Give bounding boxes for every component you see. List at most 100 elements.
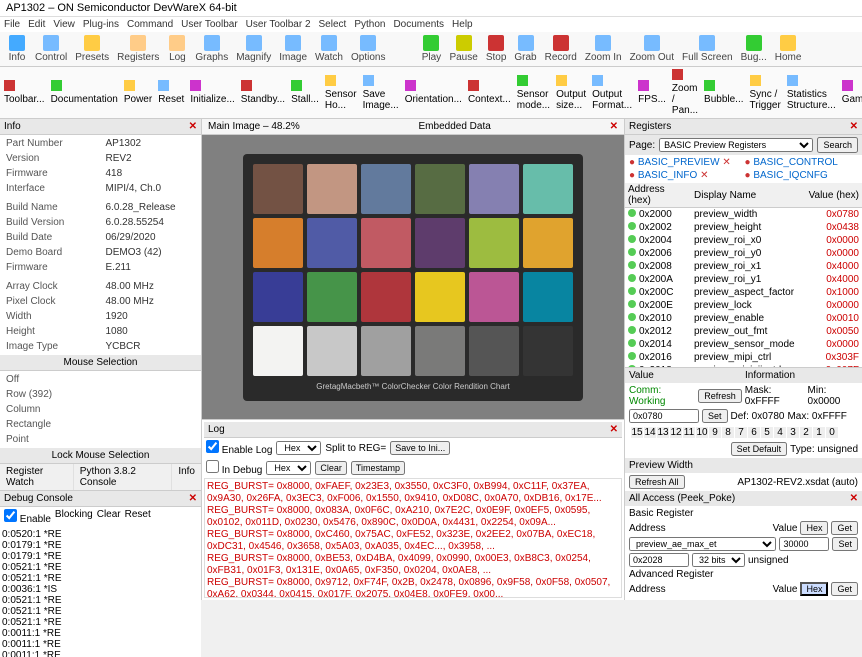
- register-row[interactable]: 0x2006preview_roi_y00x0000: [625, 247, 862, 260]
- set-button[interactable]: Set: [702, 409, 728, 423]
- menu-edit[interactable]: Edit: [28, 19, 45, 30]
- bit-1[interactable]: 1: [813, 427, 825, 438]
- toolbar-registers[interactable]: Registers: [114, 34, 162, 64]
- tb2-orientation-[interactable]: Orientation...: [405, 80, 462, 105]
- toolbar-image[interactable]: Image: [276, 34, 310, 64]
- tb2-standby-[interactable]: Standby...: [241, 80, 285, 105]
- toolbar-zoom out[interactable]: Zoom Out: [627, 34, 677, 64]
- register-row[interactable]: 0x2010preview_enable0x0010: [625, 312, 862, 325]
- register-row[interactable]: 0x2000preview_width0x0780: [625, 208, 862, 222]
- tb2-sensor-mode-[interactable]: Sensor mode...: [517, 75, 550, 111]
- value-input[interactable]: [629, 409, 699, 423]
- tb2-fps-[interactable]: FPS...: [638, 80, 666, 105]
- toolbar-bug...[interactable]: Bug...: [738, 34, 770, 64]
- tb2-stall-[interactable]: Stall...: [291, 80, 319, 105]
- image-viewport[interactable]: GretagMacbeth™ ColorChecker Color Rendit…: [202, 135, 624, 419]
- tb2-save-image-[interactable]: Save Image...: [363, 75, 399, 111]
- mouse-row[interactable]: Rectangle: [2, 418, 199, 431]
- tb2-context-[interactable]: Context...: [468, 80, 511, 105]
- toolbar-sep[interactable]: [390, 34, 416, 64]
- enable-log-checkbox[interactable]: Enable Log: [206, 440, 272, 456]
- menu-file[interactable]: File: [4, 19, 20, 30]
- hex-button[interactable]: Hex: [800, 582, 828, 596]
- debug-enable-checkbox[interactable]: Enable: [4, 509, 51, 525]
- menu-python[interactable]: Python: [354, 19, 385, 30]
- link-basic-preview[interactable]: BASIC_PREVIEW: [638, 157, 720, 168]
- tb2-initialize-[interactable]: Initialize...: [190, 80, 234, 105]
- toolbar-zoom in[interactable]: Zoom In: [582, 34, 625, 64]
- link-basic-control[interactable]: BASIC_CONTROL: [753, 157, 837, 168]
- debug-format-select[interactable]: Hex: [266, 461, 311, 475]
- register-page-select[interactable]: BASIC Preview Registers: [659, 138, 813, 152]
- search-button[interactable]: Search: [817, 137, 858, 153]
- register-row[interactable]: 0x2004preview_roi_x00x0000: [625, 234, 862, 247]
- menu-command[interactable]: Command: [127, 19, 173, 30]
- menu-documents[interactable]: Documents: [393, 19, 444, 30]
- toolbar-home[interactable]: Home: [772, 34, 805, 64]
- close-icon[interactable]: ✕: [722, 157, 730, 168]
- menu-help[interactable]: Help: [452, 19, 473, 30]
- address-hex-input[interactable]: [629, 553, 689, 567]
- menu-usertoolbar[interactable]: User Toolbar: [181, 19, 238, 30]
- register-row[interactable]: 0x200Apreview_roi_y10x4000: [625, 273, 862, 286]
- debug-clear[interactable]: Clear: [97, 509, 121, 525]
- tab-python-console[interactable]: Python 3.8.2 Console: [74, 464, 172, 490]
- toolbar-log[interactable]: Log: [164, 34, 190, 64]
- bit-2[interactable]: 2: [800, 427, 812, 438]
- close-icon[interactable]: ✕: [700, 170, 708, 181]
- toolbar-play[interactable]: Play: [418, 34, 444, 64]
- clear-button[interactable]: Clear: [315, 461, 347, 475]
- tb2-documentation[interactable]: Documentation: [51, 80, 118, 105]
- bit-9[interactable]: 9: [709, 427, 721, 438]
- tb2-gamma-[interactable]: Gamma...: [842, 80, 862, 105]
- close-icon[interactable]: ✕: [850, 493, 858, 504]
- bit-5[interactable]: 5: [761, 427, 773, 438]
- toolbar-grab[interactable]: Grab: [511, 34, 539, 64]
- tb2-statistics-structure-[interactable]: Statistics Structure...: [787, 75, 836, 111]
- tb2-zoom-pan-[interactable]: Zoom / Pan...: [672, 69, 698, 116]
- hex-button[interactable]: Hex: [800, 521, 828, 535]
- register-row[interactable]: 0x2002preview_height0x0438: [625, 221, 862, 234]
- refresh-button[interactable]: Refresh: [698, 389, 742, 403]
- log-format-select[interactable]: Hex: [276, 441, 321, 455]
- tb2-output-size-[interactable]: Output size...: [556, 75, 586, 111]
- tb2-toolbar-[interactable]: Toolbar...: [4, 80, 45, 105]
- toolbar-record[interactable]: Record: [542, 34, 580, 64]
- tab-register-watch[interactable]: Register Watch: [0, 464, 73, 490]
- register-row[interactable]: 0x2016preview_mipi_ctrl0x303F: [625, 351, 862, 364]
- bit-10[interactable]: 10: [696, 427, 708, 438]
- tb2-reset[interactable]: Reset: [158, 80, 184, 105]
- register-row[interactable]: 0x2008preview_roi_x10x4000: [625, 260, 862, 273]
- toolbar-options[interactable]: Options: [348, 34, 388, 64]
- tb2-sensor-ho-[interactable]: Sensor Ho...: [325, 75, 357, 111]
- bit-8[interactable]: 8: [722, 427, 734, 438]
- timestamp-button[interactable]: Timestamp: [351, 461, 405, 475]
- menu-view[interactable]: View: [53, 19, 75, 30]
- toolbar-stop[interactable]: Stop: [483, 34, 510, 64]
- debug-reset[interactable]: Reset: [125, 509, 151, 525]
- register-row[interactable]: 0x2012preview_out_fmt0x0050: [625, 325, 862, 338]
- toolbar-full screen[interactable]: Full Screen: [679, 34, 736, 64]
- toolbar-presets[interactable]: Presets: [72, 34, 112, 64]
- mouse-row[interactable]: Point: [2, 433, 199, 446]
- bit-12[interactable]: 12: [670, 427, 682, 438]
- link-basic-info[interactable]: BASIC_INFO: [638, 170, 697, 181]
- bit-13[interactable]: 13: [657, 427, 669, 438]
- set-button[interactable]: Set: [832, 537, 858, 551]
- toolbar-info[interactable]: Info: [4, 34, 30, 64]
- split-to-reg[interactable]: Split to REG=: [325, 443, 386, 454]
- mouse-row[interactable]: Off: [2, 373, 199, 386]
- toolbar-watch[interactable]: Watch: [312, 34, 346, 64]
- close-icon[interactable]: ✕: [189, 493, 197, 504]
- bit-0[interactable]: 0: [826, 427, 838, 438]
- toolbar-control[interactable]: Control: [32, 34, 70, 64]
- tab-info[interactable]: Info: [172, 464, 201, 490]
- get-button[interactable]: Get: [831, 582, 858, 596]
- register-table-scroll[interactable]: Address (hex)Display NameValue (hex) 0x2…: [625, 183, 862, 367]
- debug-blocking[interactable]: Blocking: [55, 509, 93, 525]
- menu-plugins[interactable]: Plug-ins: [83, 19, 119, 30]
- bits-select[interactable]: 32 bits: [692, 553, 745, 567]
- bit-3[interactable]: 3: [787, 427, 799, 438]
- close-icon[interactable]: ✕: [189, 121, 197, 132]
- menu-select[interactable]: Select: [319, 19, 347, 30]
